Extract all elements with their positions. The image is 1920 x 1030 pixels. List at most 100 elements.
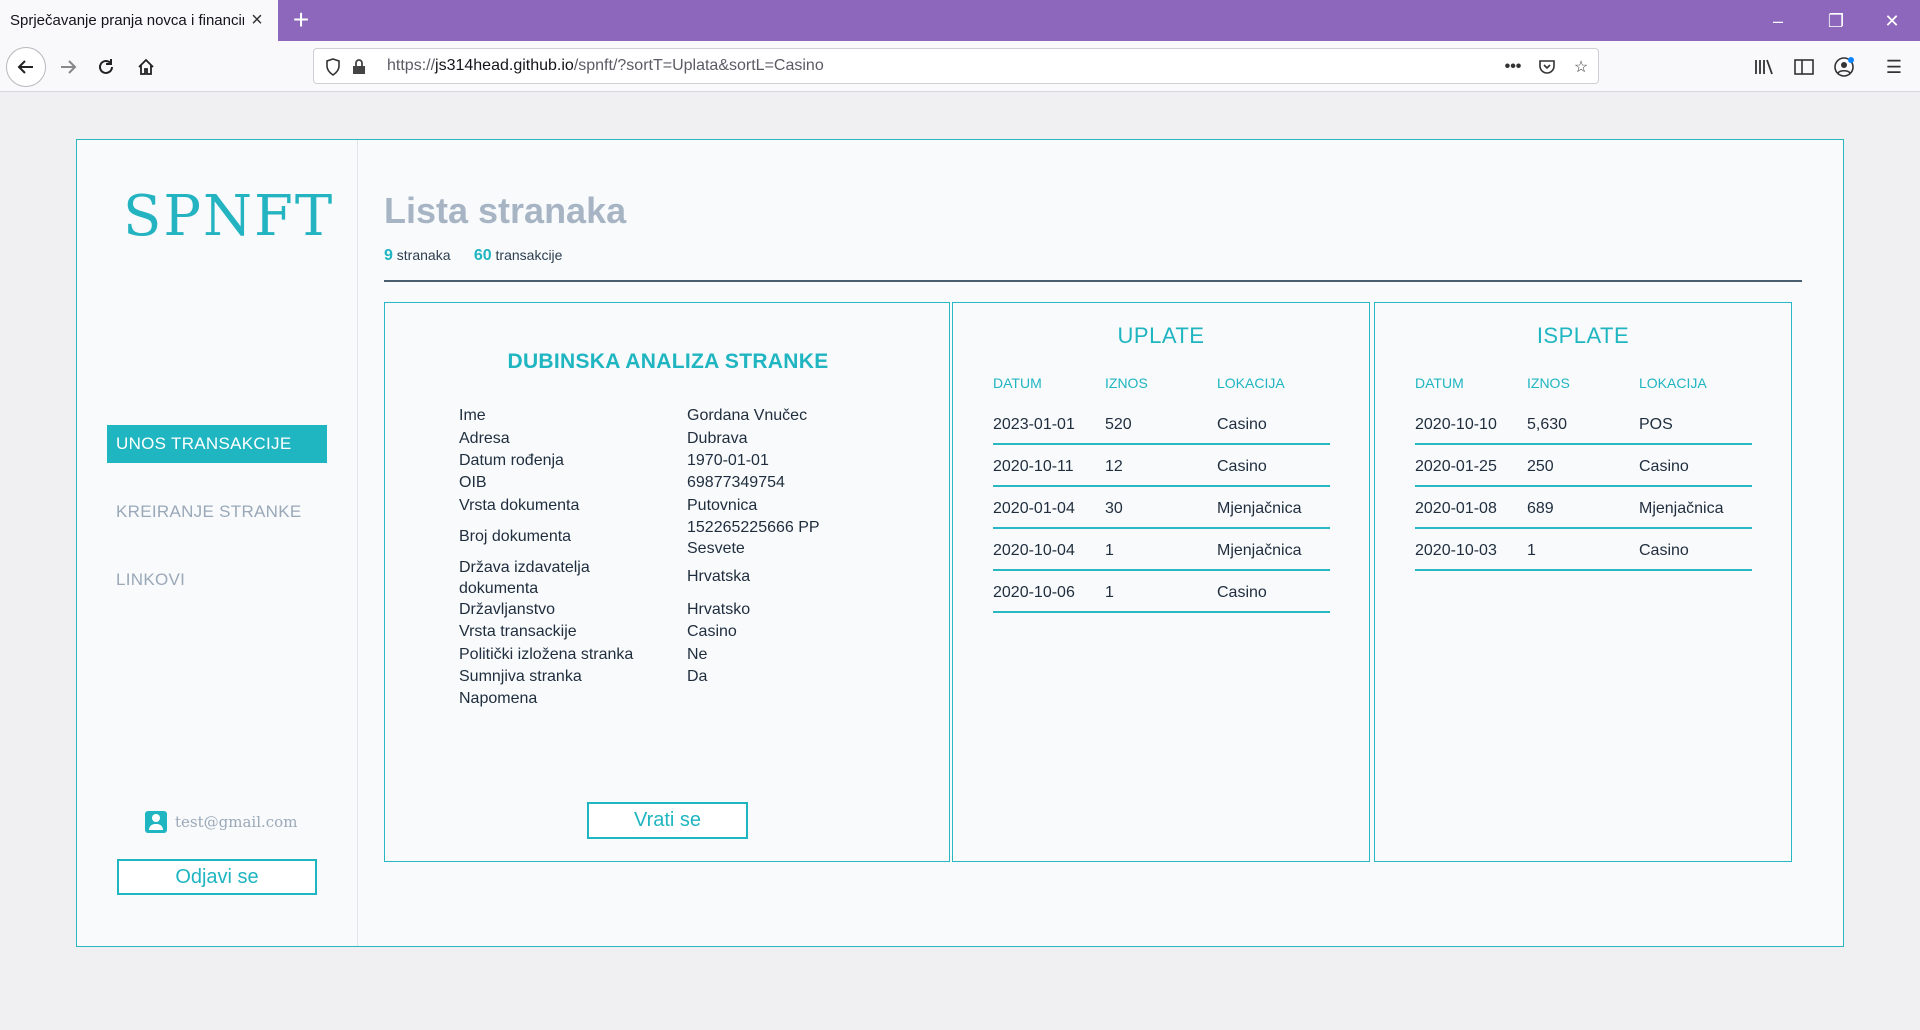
column-header-datum[interactable]: DATUM: [993, 375, 1042, 391]
cell-iznos: 30: [1105, 500, 1123, 517]
detail-value: Casino: [687, 623, 737, 640]
minimize-icon[interactable]: –: [1758, 8, 1798, 34]
column-header-iznos[interactable]: IZNOS: [1527, 375, 1570, 391]
detail-label: Datum rođenja: [459, 452, 564, 469]
table-row: 2020-10-03 1 Casino: [1415, 529, 1752, 571]
cell-lokacija: Casino: [1217, 458, 1267, 475]
cell-lokacija: Casino: [1217, 416, 1267, 433]
tab-title: Sprječavanje pranja novca i financir: [10, 12, 244, 29]
cell-datum: 2020-10-04: [993, 542, 1075, 559]
client-detail-card: DUBINSKA ANALIZA STRANKE Ime Gordana Vnu…: [384, 302, 950, 862]
logout-button[interactable]: Odjavi se: [117, 859, 317, 895]
pocket-icon[interactable]: [1536, 56, 1558, 78]
shield-icon[interactable]: [322, 56, 344, 78]
detail-value: Ne: [687, 646, 708, 663]
table-row: 2020-01-25 250 Casino: [1415, 445, 1752, 487]
reload-icon[interactable]: [88, 49, 124, 85]
cell-datum: 2023-01-01: [993, 416, 1075, 433]
nav-linkovi[interactable]: LINKOVI: [107, 561, 327, 599]
detail-label: Adresa: [459, 430, 510, 447]
cell-lokacija: Casino: [1217, 584, 1267, 601]
forward-icon[interactable]: [50, 49, 86, 85]
clients-count: 9: [384, 247, 393, 264]
home-icon[interactable]: [128, 49, 164, 85]
cell-datum: 2020-10-06: [993, 584, 1075, 601]
detail-value: Hrvatska: [687, 568, 751, 585]
cell-lokacija: POS: [1639, 416, 1673, 433]
detail-label: OIB: [459, 474, 487, 491]
window-close-icon[interactable]: ✕: [1872, 8, 1912, 34]
detail-title: DUBINSKA ANALIZA STRANKE: [507, 350, 829, 373]
cell-datum: 2020-01-25: [1415, 458, 1497, 475]
logo[interactable]: SPNFT: [123, 184, 334, 249]
back-button[interactable]: Vrati se: [587, 802, 748, 839]
cell-iznos: 520: [1105, 416, 1132, 433]
detail-label: Država izdavatelja dokumenta: [459, 559, 590, 597]
page-title: Lista stranaka: [384, 190, 627, 231]
detail-label: Državljanstvo: [459, 601, 556, 618]
cell-datum: 2020-10-03: [1415, 542, 1497, 559]
url-prefix: https://: [387, 57, 436, 74]
deposits-card: UPLATE DATUM IZNOS LOKACIJA 2023-01-01 5…: [952, 302, 1370, 862]
sidebar: SPNFT UNOS TRANSAKCIJE KREIRANJE STRANKE…: [77, 140, 358, 946]
cell-iznos: 250: [1527, 458, 1554, 475]
transactions-count: 60: [473, 247, 492, 264]
table-row: 2020-10-10 5,630 POS: [1415, 403, 1752, 445]
cell-lokacija: Casino: [1639, 458, 1689, 475]
cell-iznos: 689: [1527, 500, 1554, 517]
browser-tab[interactable]: Sprječavanje pranja novca i financir ×: [0, 0, 278, 41]
detail-label: Broj dokumenta: [459, 528, 572, 545]
new-tab-icon[interactable]: +: [286, 6, 316, 36]
cell-datum: 2020-01-08: [1415, 500, 1497, 517]
transactions-label: transakcije: [495, 247, 563, 263]
detail-label: Ime: [459, 407, 486, 424]
user-info: test@gmail.com: [145, 811, 297, 833]
stats: 9 stranaka 60 transakcije: [384, 247, 562, 265]
library-icon[interactable]: [1750, 53, 1778, 81]
back-icon[interactable]: [6, 47, 46, 87]
column-header-datum[interactable]: DATUM: [1415, 375, 1464, 391]
cell-lokacija: Mjenjačnica: [1639, 500, 1724, 517]
table-row: 2020-01-04 30 Mjenjačnica: [993, 487, 1330, 529]
detail-value: Hrvatsko: [687, 601, 751, 618]
table-row: 2020-10-11 12 Casino: [993, 445, 1330, 487]
page-viewport: SPNFT UNOS TRANSAKCIJE KREIRANJE STRANKE…: [0, 92, 1920, 1030]
browser-tab-bar: Sprječavanje pranja novca i financir × +…: [0, 0, 1920, 41]
account-icon[interactable]: [1830, 53, 1858, 81]
app-container: SPNFT UNOS TRANSAKCIJE KREIRANJE STRANKE…: [76, 139, 1844, 947]
detail-label: Vrsta dokumenta: [459, 497, 580, 514]
detail-value: Gordana Vnučec: [687, 407, 808, 424]
withdrawals-card: ISPLATE DATUM IZNOS LOKACIJA 2020-10-10 …: [1374, 302, 1792, 862]
clients-label: stranaka: [396, 247, 451, 263]
detail-value: 1970-01-01: [687, 452, 769, 469]
nav-kreiranje-stranke[interactable]: KREIRANJE STRANKE: [107, 493, 327, 531]
url-bar[interactable]: https://js314head.github.io/spnft/?sortT…: [313, 48, 1599, 84]
nav-unos-transakcije[interactable]: UNOS TRANSAKCIJE: [107, 425, 327, 463]
lock-icon[interactable]: [348, 56, 370, 78]
table-row: 2020-10-06 1 Casino: [993, 571, 1330, 613]
column-header-lokacija[interactable]: LOKACIJA: [1639, 375, 1707, 391]
sidebar-toggle-icon[interactable]: [1790, 53, 1818, 81]
user-email: test@gmail.com: [175, 813, 298, 831]
column-header-lokacija[interactable]: LOKACIJA: [1217, 375, 1285, 391]
cell-datum: 2020-10-10: [1415, 416, 1497, 433]
table-row: 2020-10-04 1 Mjenjačnica: [993, 529, 1330, 571]
close-tab-icon[interactable]: ×: [246, 9, 268, 31]
url-host: js314head.github.io: [435, 57, 574, 74]
cell-iznos: 12: [1105, 458, 1123, 475]
user-icon: [145, 811, 167, 833]
bookmark-star-icon[interactable]: ☆: [1570, 56, 1592, 78]
cell-lokacija: Mjenjačnica: [1217, 542, 1302, 559]
url-path: /spnft/?sortT=Uplata&sortL=Casino: [573, 57, 824, 74]
cell-lokacija: Mjenjačnica: [1217, 500, 1302, 517]
more-actions-icon[interactable]: •••: [1502, 56, 1524, 78]
cell-datum: 2020-10-11: [993, 458, 1074, 475]
restore-icon[interactable]: ❐: [1816, 8, 1856, 34]
detail-value: 152265225666 PP Sesvete: [687, 519, 820, 557]
url-text[interactable]: https://js314head.github.io/spnft/?sortT…: [387, 57, 824, 75]
menu-icon[interactable]: ☰: [1880, 53, 1908, 81]
column-header-iznos[interactable]: IZNOS: [1105, 375, 1148, 391]
detail-value: Dubrava: [687, 430, 748, 447]
cell-datum: 2020-01-04: [993, 500, 1075, 517]
header-divider: [384, 280, 1802, 282]
